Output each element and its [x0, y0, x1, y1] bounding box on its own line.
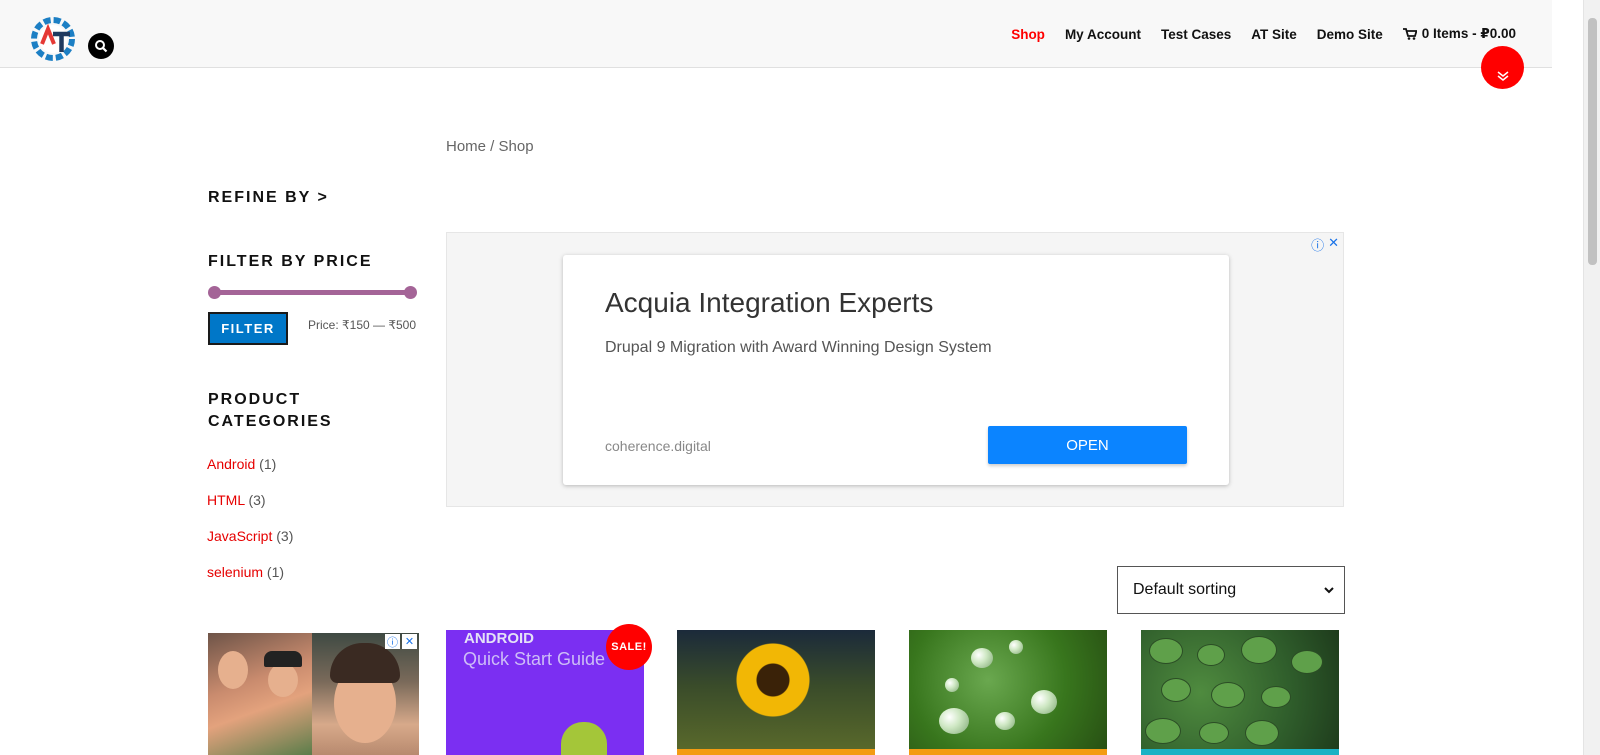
ad-choices[interactable]: ⓘ ✕ — [385, 634, 417, 649]
main-nav: Shop My Account Test Cases AT Site Demo … — [1011, 26, 1516, 42]
category-count: (3) — [248, 492, 266, 508]
category-count: (3) — [276, 528, 294, 544]
price-slider-max-handle[interactable] — [404, 286, 417, 299]
scrollbar-thumb[interactable] — [1588, 18, 1597, 265]
ad-domain: coherence.digital — [605, 438, 711, 454]
page-scrollbar[interactable] — [1583, 0, 1600, 755]
product-cover-subtitle: Quick Start Guide — [463, 649, 606, 669]
price-range-label: Price: ₹150 — ₹500 — [308, 318, 416, 332]
category-item: Android (1) — [207, 456, 293, 492]
category-link-javascript[interactable]: JavaScript — [207, 528, 272, 544]
nav-shop[interactable]: Shop — [1011, 27, 1045, 42]
product-card-leaves[interactable] — [1141, 630, 1339, 755]
breadcrumb-current: Shop — [498, 138, 534, 155]
nav-at-site[interactable]: AT Site — [1251, 27, 1297, 42]
sidebar-ad-image[interactable]: ⓘ ✕ — [208, 633, 419, 755]
category-count: (1) — [259, 456, 277, 472]
filter-by-price-title: FILTER BY PRICE — [208, 253, 373, 270]
price-range-slider[interactable] — [208, 284, 418, 300]
category-count: (1) — [266, 564, 285, 580]
info-icon[interactable]: ⓘ — [1311, 235, 1324, 254]
site-header: Shop My Account Test Cases AT Site Demo … — [0, 0, 1552, 68]
search-icon[interactable] — [88, 33, 114, 59]
close-icon[interactable]: ✕ — [1328, 235, 1339, 254]
nav-my-account[interactable]: My Account — [1065, 27, 1141, 42]
cover-strip — [909, 749, 1107, 755]
category-item: HTML (3) — [207, 492, 293, 528]
scroll-down-button[interactable] — [1481, 46, 1524, 89]
category-item: selenium (1) — [207, 564, 293, 600]
ad-banner[interactable]: ⓘ ✕ Acquia Integration Experts Drupal 9 … — [446, 232, 1344, 507]
product-card-sunflower[interactable] — [677, 630, 875, 755]
cart-summary: 0 Items - ₽0.00 — [1421, 26, 1516, 41]
page: Shop My Account Test Cases AT Site Demo … — [0, 0, 1600, 755]
category-link-android[interactable]: Android — [207, 456, 255, 472]
cart-icon — [1402, 28, 1417, 40]
site-logo[interactable] — [26, 12, 80, 66]
category-link-html[interactable]: HTML — [207, 492, 245, 508]
ad-photo-left — [208, 633, 312, 755]
nav-cart[interactable]: 0 Items - ₽0.00 — [1402, 26, 1516, 42]
category-link-selenium[interactable]: selenium — [207, 564, 263, 580]
filter-button[interactable]: FILTER — [208, 312, 288, 345]
sort-select[interactable]: Default sorting — [1117, 566, 1345, 614]
sale-badge: SALE! — [606, 624, 652, 670]
chevron-down-icon — [1324, 586, 1334, 593]
double-chevron-down-icon — [1497, 71, 1508, 81]
android-robot-icon — [561, 722, 607, 755]
breadcrumb-separator: / — [486, 138, 499, 155]
ad-card[interactable]: Acquia Integration Experts Drupal 9 Migr… — [563, 255, 1229, 485]
category-list: Android (1) HTML (3) JavaScript (3) sele… — [207, 456, 293, 600]
breadcrumb-home[interactable]: Home — [446, 138, 486, 155]
product-categories-title: PRODUCT CATEGORIES — [208, 391, 333, 430]
price-slider-track — [214, 290, 412, 295]
cover-strip — [1141, 749, 1339, 755]
price-slider-min-handle[interactable] — [208, 286, 221, 299]
breadcrumb: Home / Shop — [446, 138, 534, 155]
sunflower-image — [733, 640, 813, 720]
product-cover-title: ANDROID — [464, 630, 534, 647]
info-icon[interactable]: ⓘ — [385, 634, 400, 649]
sort-selected-value: Default sorting — [1133, 581, 1237, 598]
nav-demo-site[interactable]: Demo Site — [1317, 27, 1383, 42]
product-card-dewdrops[interactable] — [909, 630, 1107, 755]
close-icon[interactable]: ✕ — [402, 634, 417, 649]
ad-open-button[interactable]: OPEN — [988, 426, 1187, 464]
ad-photo-right — [312, 633, 419, 755]
refine-by-title: REFINE BY > — [208, 189, 329, 206]
nav-test-cases[interactable]: Test Cases — [1161, 27, 1231, 42]
category-item: JavaScript (3) — [207, 528, 293, 564]
ad-choices[interactable]: ⓘ ✕ — [1311, 235, 1339, 254]
cover-strip — [677, 749, 875, 755]
ad-subtitle: Drupal 9 Migration with Award Winning De… — [605, 339, 992, 356]
ad-title[interactable]: Acquia Integration Experts — [605, 287, 933, 319]
